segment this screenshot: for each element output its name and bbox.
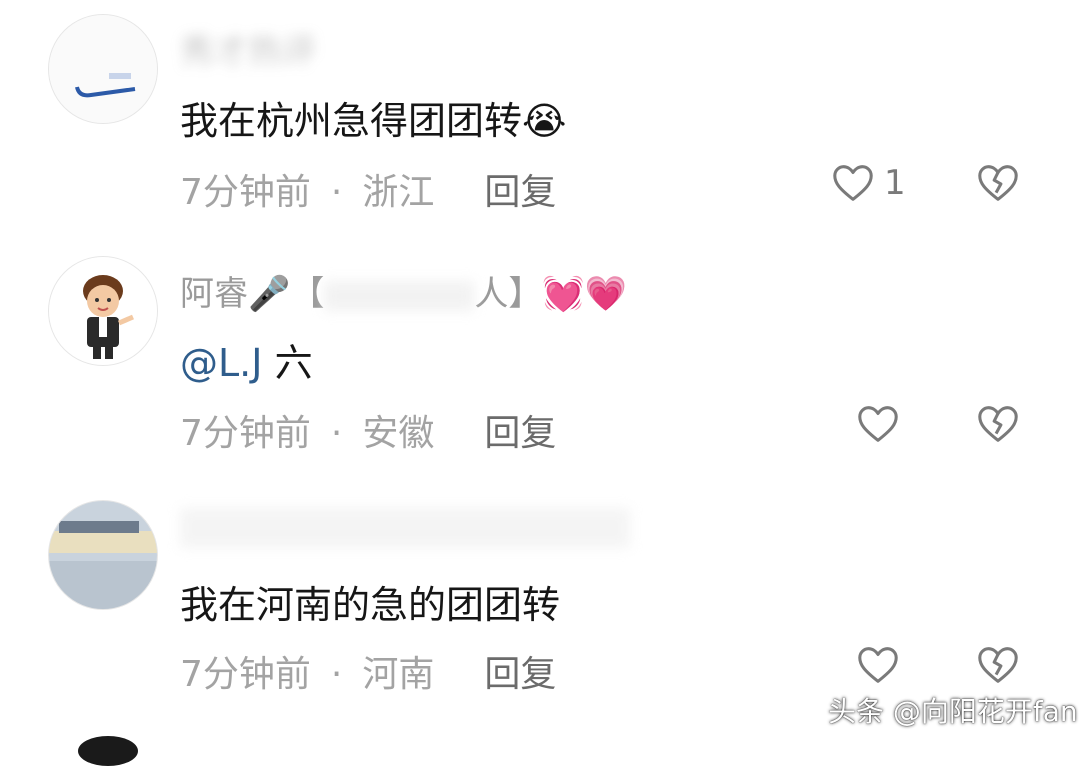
avatar[interactable] bbox=[48, 256, 158, 366]
username-prefix: 阿睿🎤【 bbox=[180, 274, 325, 314]
username-suffix: 人】💓💗 bbox=[474, 274, 628, 314]
heart-outline-icon bbox=[830, 160, 876, 206]
timestamp: 7分钟前 bbox=[180, 413, 311, 454]
comment-meta: 7分钟前 · 浙江 回复 bbox=[180, 163, 556, 215]
broken-heart-icon[interactable] bbox=[975, 401, 1021, 447]
timestamp: 7分钟前 bbox=[180, 654, 311, 695]
avatar[interactable] bbox=[48, 14, 158, 124]
heart-outline-icon bbox=[855, 401, 901, 447]
heart-outline-icon bbox=[855, 642, 901, 688]
comment-text: 我在河南的急的团团转 bbox=[180, 583, 561, 627]
like-button[interactable] bbox=[855, 401, 909, 447]
separator: · bbox=[330, 172, 343, 213]
location: 河南 bbox=[362, 654, 435, 695]
username[interactable]: 秀才热评 bbox=[180, 24, 316, 73]
comment-meta: 7分钟前 · 安徽 回复 bbox=[180, 404, 556, 456]
reply-button[interactable]: 回复 bbox=[484, 172, 556, 213]
username[interactable] bbox=[180, 508, 630, 548]
comment-text: @L.J 六 bbox=[180, 332, 313, 387]
broken-heart-icon[interactable] bbox=[975, 160, 1021, 206]
like-button[interactable] bbox=[855, 642, 909, 688]
comment-body: 六 bbox=[274, 341, 313, 385]
avatar[interactable] bbox=[48, 500, 158, 610]
separator: · bbox=[330, 654, 343, 695]
reply-button[interactable]: 回复 bbox=[484, 654, 556, 695]
mention-link[interactable]: @L.J bbox=[180, 341, 262, 385]
reply-button[interactable]: 回复 bbox=[484, 413, 556, 454]
watermark: 头条 @向阳花开fan bbox=[828, 695, 1078, 728]
username-hidden bbox=[324, 280, 475, 311]
next-avatar-edge bbox=[78, 736, 138, 766]
separator: · bbox=[330, 413, 343, 454]
broken-heart-icon[interactable] bbox=[975, 642, 1021, 688]
location: 浙江 bbox=[362, 172, 435, 213]
timestamp: 7分钟前 bbox=[180, 172, 311, 213]
comment-text: 我在杭州急得团团转😭 bbox=[180, 99, 567, 143]
username[interactable]: 阿睿🎤【 人】💓💗 bbox=[180, 266, 627, 315]
like-button[interactable]: 1 bbox=[830, 160, 906, 206]
like-count: 1 bbox=[884, 163, 906, 203]
location: 安徽 bbox=[362, 413, 435, 454]
comment-meta: 7分钟前 · 河南 回复 bbox=[180, 645, 556, 697]
